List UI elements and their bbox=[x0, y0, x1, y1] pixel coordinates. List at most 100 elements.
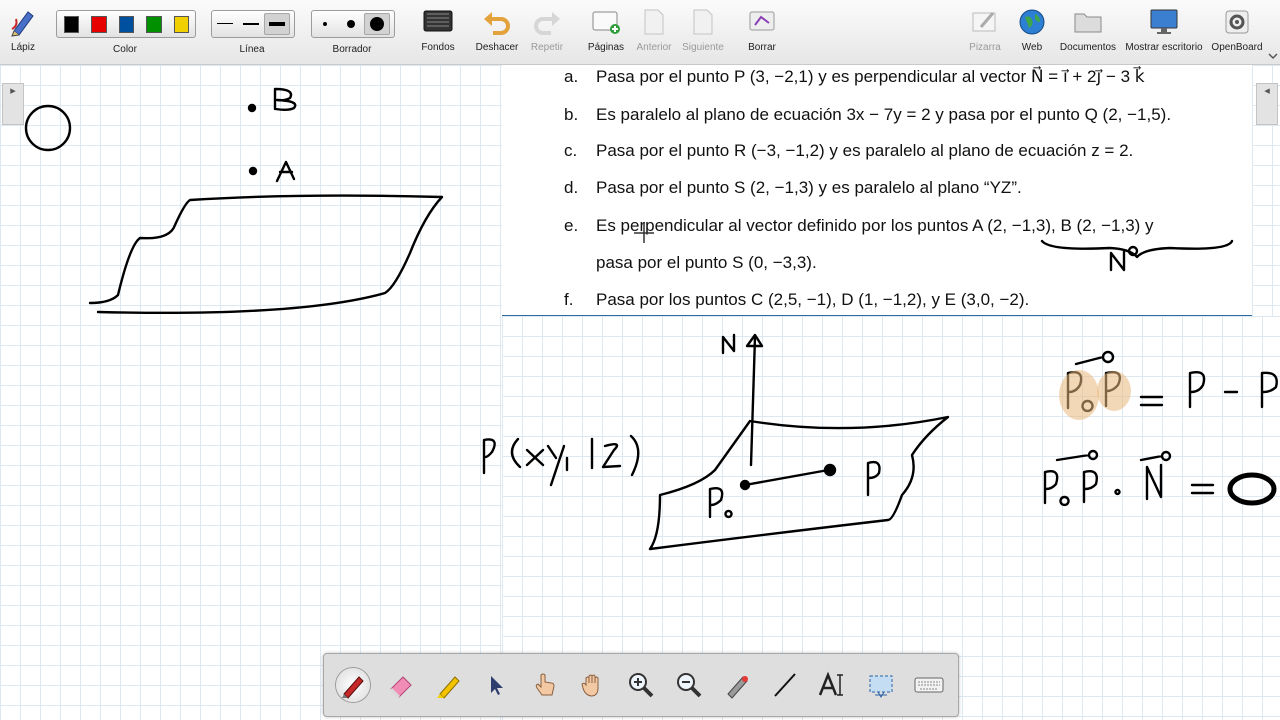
letter-p0-stroke bbox=[708, 486, 733, 519]
pages-button[interactable]: Páginas bbox=[586, 0, 626, 64]
eq2-stroke bbox=[1043, 449, 1215, 507]
backgrounds-label: Fondos bbox=[421, 42, 455, 53]
board-label: Pizarra bbox=[969, 42, 1001, 53]
capture-palette-button[interactable] bbox=[864, 668, 898, 702]
eraser-small-button[interactable] bbox=[312, 13, 338, 35]
openboard-menu-button[interactable]: OpenBoard bbox=[1210, 0, 1264, 64]
zoom-in-palette-button[interactable] bbox=[624, 668, 658, 702]
zoom-out-icon bbox=[677, 673, 702, 698]
hand-icon bbox=[581, 674, 599, 697]
gear-icon bbox=[1219, 6, 1255, 38]
normal-axis-stroke bbox=[749, 335, 757, 467]
web-label: Web bbox=[1021, 42, 1043, 53]
hand-palette-button[interactable] bbox=[576, 668, 610, 702]
right-plane-stroke bbox=[648, 415, 950, 551]
monitor-icon bbox=[1146, 6, 1182, 38]
openboard-label: OpenBoard bbox=[1211, 42, 1263, 53]
next-page-button[interactable]: Siguiente bbox=[680, 0, 726, 64]
pen-icon bbox=[5, 6, 41, 38]
pen-icon bbox=[342, 676, 364, 699]
color-swatch-red[interactable] bbox=[91, 15, 107, 33]
redo-icon bbox=[529, 6, 565, 38]
eraser-large-button[interactable] bbox=[364, 13, 390, 35]
dot-p bbox=[823, 463, 837, 477]
undo-icon bbox=[479, 6, 515, 38]
letter-p-stroke bbox=[866, 460, 881, 497]
color-label: Color bbox=[113, 44, 137, 55]
eraser-palette-button[interactable] bbox=[384, 668, 418, 702]
right-library-tab[interactable]: ◂ bbox=[1256, 83, 1278, 125]
board-mode-button[interactable]: Pizarra bbox=[964, 0, 1006, 64]
whiteboard-canvas[interactable]: a. Pasa por el punto P (3, −2,1) y es per… bbox=[0, 65, 1280, 720]
pen-palette-button[interactable] bbox=[336, 668, 370, 702]
next-label: Siguiente bbox=[682, 42, 724, 53]
p0-p-segment-stroke bbox=[743, 467, 836, 487]
redo-button[interactable]: Repetir bbox=[526, 0, 568, 64]
eraser-size-picker bbox=[311, 10, 395, 38]
pointing-hand-icon bbox=[535, 673, 555, 696]
letter-b-stroke bbox=[273, 87, 297, 111]
eraser-icon bbox=[389, 676, 412, 699]
desktop-label: Mostrar escritorio bbox=[1125, 42, 1203, 53]
previous-page-button[interactable]: Anterior bbox=[634, 0, 674, 64]
eraser-medium-button[interactable] bbox=[338, 13, 364, 35]
color-picker bbox=[56, 10, 196, 38]
pages-icon bbox=[588, 6, 624, 38]
undo-button[interactable]: Deshacer bbox=[474, 0, 520, 64]
dot-p0 bbox=[739, 479, 751, 491]
clear-label: Borrar bbox=[748, 42, 776, 53]
keyboard-icon bbox=[914, 677, 944, 693]
globe-icon bbox=[1014, 6, 1050, 38]
zero-stroke bbox=[1227, 472, 1277, 506]
dot-a bbox=[248, 166, 258, 176]
color-swatch-black[interactable] bbox=[64, 15, 80, 33]
pages-label: Páginas bbox=[587, 42, 625, 53]
redo-label: Repetir bbox=[530, 42, 564, 53]
p-xyz-stroke bbox=[482, 434, 640, 487]
line-width-picker bbox=[211, 10, 295, 38]
highlighter-icon bbox=[437, 676, 460, 699]
dot-b bbox=[247, 103, 257, 113]
letter-n-stroke bbox=[721, 333, 736, 355]
line-thin-button[interactable] bbox=[212, 13, 238, 35]
previous-page-icon bbox=[636, 6, 672, 38]
highlight-p0 bbox=[1059, 370, 1099, 420]
text-icon bbox=[818, 671, 843, 696]
circle-stroke bbox=[24, 104, 72, 152]
previous-label: Anterior bbox=[636, 42, 672, 53]
line-medium-button[interactable] bbox=[238, 13, 264, 35]
line-label: Línea bbox=[239, 44, 265, 55]
text-palette-button[interactable] bbox=[816, 668, 850, 702]
keyboard-palette-button[interactable] bbox=[912, 668, 946, 702]
line-thick-button[interactable] bbox=[264, 13, 290, 35]
zoom-out-palette-button[interactable] bbox=[672, 668, 706, 702]
color-swatch-yellow[interactable] bbox=[173, 15, 190, 33]
color-swatch-blue[interactable] bbox=[118, 15, 135, 33]
left-plane-stroke bbox=[88, 194, 444, 315]
web-mode-button[interactable]: Web bbox=[1014, 0, 1050, 64]
crosshair-cursor bbox=[634, 223, 654, 243]
laser-pointer-palette-button[interactable] bbox=[720, 668, 754, 702]
backgrounds-button[interactable]: Fondos bbox=[418, 0, 458, 64]
line-palette-button[interactable] bbox=[768, 668, 802, 702]
highlighter-palette-button[interactable] bbox=[432, 668, 466, 702]
left-library-tab[interactable]: ▸ bbox=[2, 83, 24, 125]
capture-icon bbox=[869, 675, 893, 698]
toolbar-collapse-icon[interactable] bbox=[1268, 48, 1278, 60]
next-page-icon bbox=[685, 6, 721, 38]
documents-mode-button[interactable]: Documentos bbox=[1058, 0, 1118, 64]
color-swatch-green[interactable] bbox=[146, 15, 162, 33]
clear-page-button[interactable]: Borrar bbox=[742, 0, 782, 64]
folder-icon bbox=[1070, 6, 1106, 38]
laser-pointer-icon bbox=[727, 676, 748, 699]
pen-label: Lápiz bbox=[11, 42, 35, 53]
selector-palette-button[interactable] bbox=[480, 668, 514, 702]
undo-label: Deshacer bbox=[475, 42, 519, 53]
pen-tool-button[interactable]: Lápiz bbox=[4, 0, 42, 64]
zoom-in-icon bbox=[629, 673, 654, 698]
interact-palette-button[interactable] bbox=[528, 668, 562, 702]
main-toolbar: Lápiz Color Línea Borrador Fondos Deshac… bbox=[0, 0, 1280, 65]
letter-a-stroke bbox=[275, 160, 296, 183]
show-desktop-button[interactable]: Mostrar escritorio bbox=[1123, 0, 1205, 64]
arrow-cursor-icon bbox=[491, 676, 503, 695]
